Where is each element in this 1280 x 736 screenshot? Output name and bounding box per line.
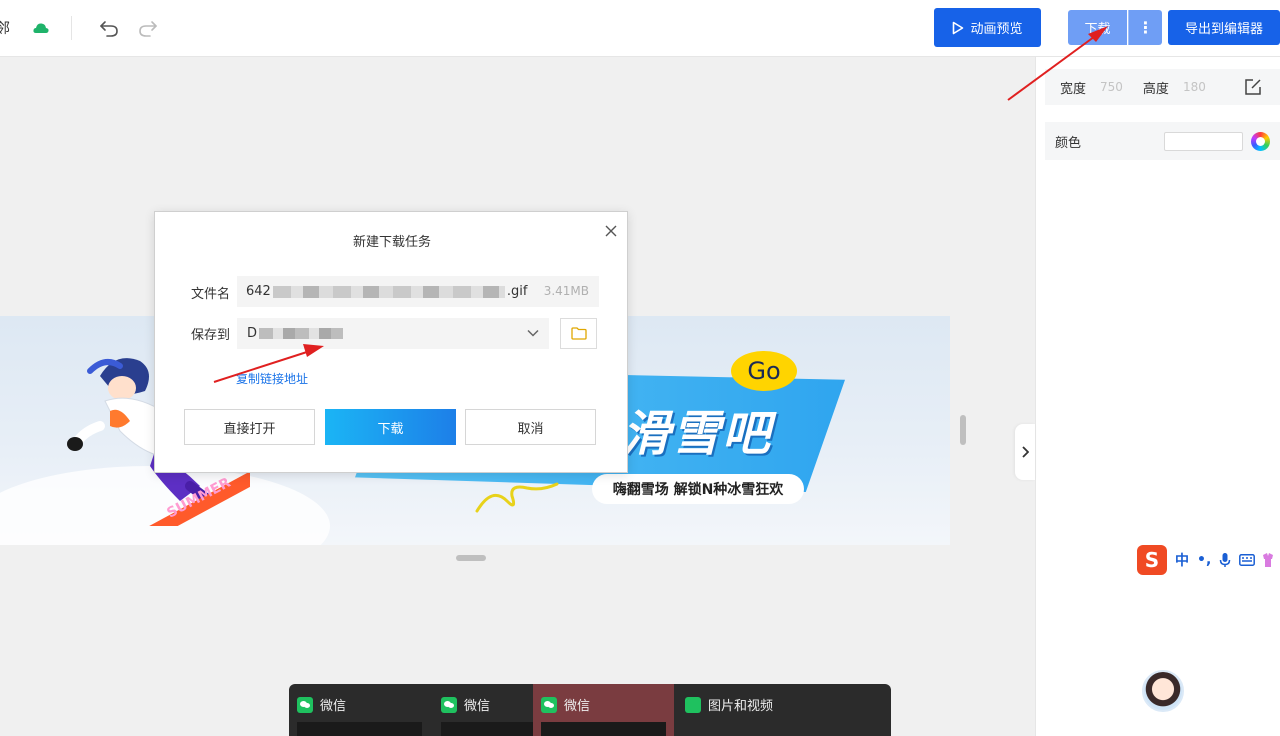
wechat-icon	[297, 696, 313, 713]
banner-headline: 滑雪吧	[622, 406, 773, 462]
panel-collapse-button[interactable]	[1015, 424, 1035, 480]
chevron-down-icon	[527, 329, 539, 337]
color-label: 颜色	[1055, 135, 1082, 151]
window-thumbnail	[541, 722, 666, 736]
download-more-button[interactable]: ⋮	[1128, 10, 1162, 45]
assistant-avatar[interactable]	[1142, 670, 1184, 712]
saveto-label: 保存到	[191, 328, 231, 343]
filename-field[interactable]: 642 .gif 3.41MB	[237, 276, 599, 307]
edit-size-icon[interactable]	[1244, 78, 1262, 96]
chevron-right-icon	[1022, 446, 1029, 458]
microphone-icon[interactable]	[1219, 552, 1231, 568]
play-icon	[953, 21, 964, 34]
ime-toolbar: S 中 •,	[1137, 545, 1280, 575]
copy-link-address[interactable]: 复制链接地址	[236, 370, 308, 387]
taskbar-item-label: 微信	[320, 699, 347, 714]
undo-icon[interactable]	[98, 17, 120, 39]
banner-tagline: 嗨翻雪场 解锁N种冰雪狂欢	[592, 474, 804, 504]
width-label: 宽度	[1060, 81, 1087, 97]
photos-icon	[685, 696, 701, 713]
dialog-download-button[interactable]: 下载	[325, 409, 456, 445]
canvas-vertical-resize-handle[interactable]	[960, 415, 966, 445]
wechat-icon	[441, 696, 457, 713]
dialog-title: 新建下载任务	[352, 235, 431, 250]
window-thumbnail	[297, 722, 422, 736]
size-row: 宽度 750 高度 180	[1045, 69, 1280, 105]
ime-mode-toggle[interactable]: 中	[1175, 550, 1189, 570]
taskbar-item-label: 微信	[464, 699, 491, 714]
browse-folder-button[interactable]	[560, 318, 597, 349]
document-title-fragment: 邻	[0, 21, 10, 37]
close-icon[interactable]	[605, 225, 617, 237]
height-value[interactable]: 180	[1183, 80, 1206, 94]
animation-preview-label: 动画预览	[970, 22, 1023, 37]
color-row: 颜色	[1045, 122, 1280, 160]
taskbar-item-label: 微信	[564, 699, 591, 714]
ime-punctuation-toggle[interactable]: •,	[1197, 552, 1211, 568]
skin-icon[interactable]	[1263, 553, 1274, 567]
filename-prefix: 642	[246, 284, 271, 299]
go-badge: Go	[731, 351, 797, 391]
export-to-editor-button[interactable]: 导出到编辑器	[1168, 10, 1280, 45]
squiggle-decoration	[475, 482, 559, 513]
taskbar-item-wechat-1[interactable]: 微信	[289, 684, 430, 736]
saveto-prefix: D	[247, 326, 258, 341]
toolbar-divider	[71, 16, 72, 40]
new-download-dialog: 新建下载任务 文件名 642 .gif 3.41MB 保存到 D 复制链接地址 …	[154, 211, 628, 473]
properties-panel: 宽度 750 高度 180 颜色	[1035, 57, 1280, 736]
filename-redacted	[272, 285, 505, 298]
saveto-dropdown[interactable]: D	[237, 318, 549, 349]
animation-preview-button[interactable]: 动画预览	[934, 8, 1041, 47]
color-wheel-icon[interactable]	[1251, 132, 1270, 151]
saveto-redacted	[259, 328, 344, 339]
taskbar-preview-strip: 微信 微信 微信 图片和视频	[289, 684, 891, 736]
color-input[interactable]	[1164, 132, 1243, 151]
cancel-button[interactable]: 取消	[465, 409, 596, 445]
file-size: 3.41MB	[543, 284, 589, 298]
top-toolbar: 邻 动画预览 下载 ⋮ 导出到编辑器	[0, 0, 1280, 57]
taskbar-item-wechat-3[interactable]: 微信	[533, 684, 674, 736]
redo-icon[interactable]	[137, 17, 159, 39]
cloud-saved-icon	[33, 23, 49, 33]
sogou-logo-icon[interactable]: S	[1137, 545, 1167, 575]
taskbar-item-photos[interactable]: 图片和视频	[677, 684, 877, 736]
open-directly-button[interactable]: 直接打开	[184, 409, 315, 445]
download-button[interactable]: 下载	[1068, 10, 1127, 45]
filename-label: 文件名	[191, 287, 231, 302]
width-value[interactable]: 750	[1100, 80, 1123, 94]
wechat-icon	[541, 696, 557, 713]
canvas-horizontal-resize-handle[interactable]	[456, 555, 486, 561]
height-label: 高度	[1142, 81, 1169, 97]
taskbar-item-label: 图片和视频	[708, 699, 774, 714]
folder-icon	[570, 327, 587, 340]
filename-extension: .gif	[506, 284, 528, 299]
keyboard-icon[interactable]	[1239, 554, 1256, 566]
